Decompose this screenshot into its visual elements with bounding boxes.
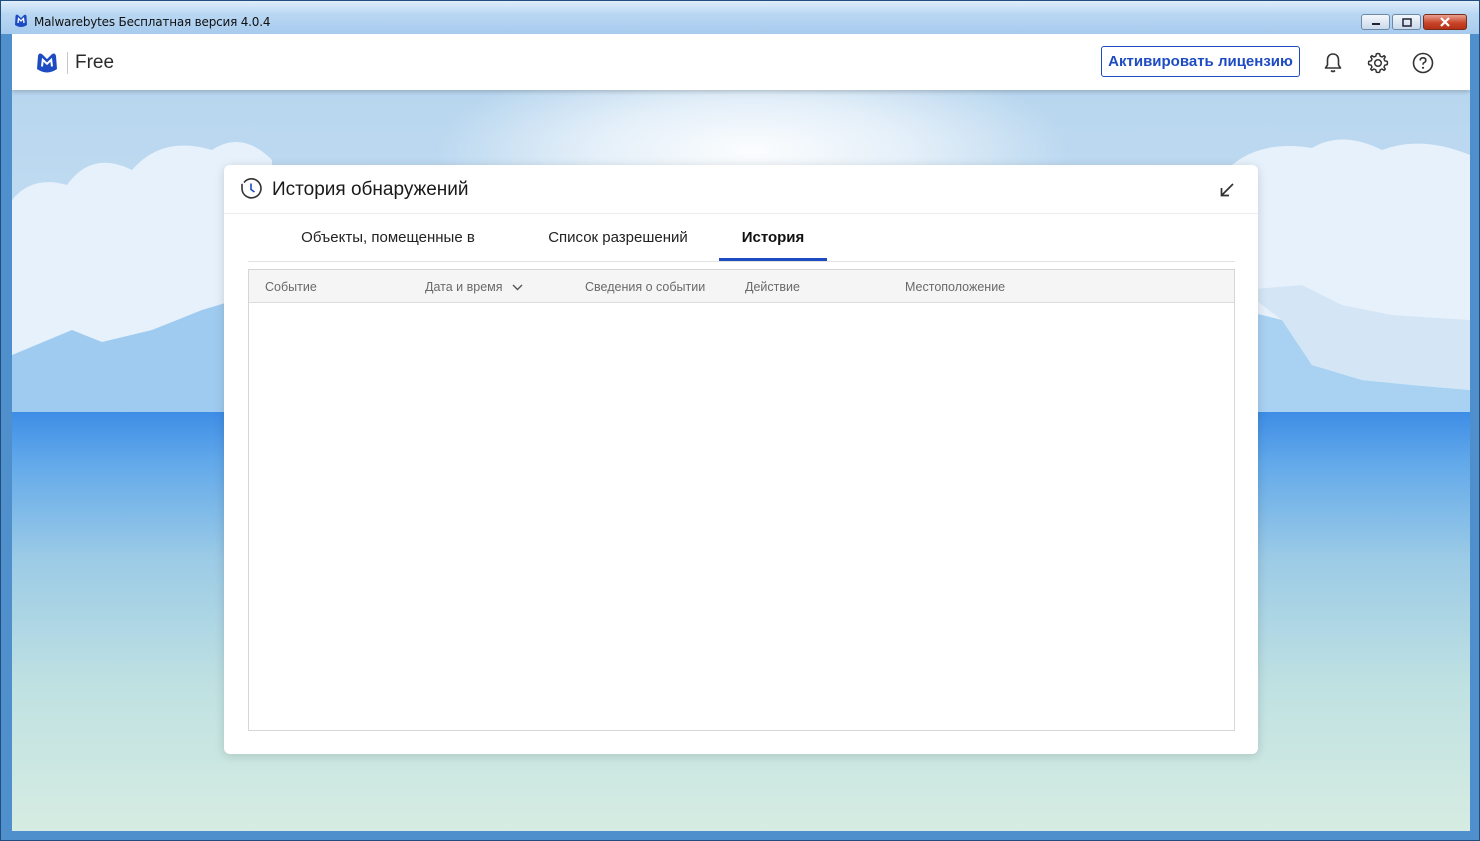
app-client-area: Free Активировать лицензию История обнар… xyxy=(12,34,1470,831)
panel-tabs: Объекты, помещенные в карантин Список ра… xyxy=(248,213,1235,295)
tab-quarantine[interactable]: Объекты, помещенные в карантин xyxy=(270,213,506,295)
maximize-window-button[interactable] xyxy=(1392,14,1421,30)
tab-history[interactable]: История xyxy=(719,213,827,261)
column-date-time-label: Дата и время xyxy=(425,280,503,294)
malwarebytes-logo-icon xyxy=(37,53,57,73)
column-event-details[interactable]: Сведения о событии xyxy=(585,280,705,294)
tab-allow-list[interactable]: Список разрешений xyxy=(538,213,698,260)
column-location[interactable]: Местоположение xyxy=(905,280,1005,294)
restore-icon xyxy=(1401,17,1412,27)
edition-label: Free xyxy=(75,52,115,73)
brand-divider xyxy=(67,52,68,74)
bell-icon[interactable] xyxy=(1321,51,1345,75)
window-frame: Malwarebytes Бесплатная версия 4.0.4 Fre… xyxy=(0,0,1480,841)
chevron-down-icon xyxy=(512,284,523,291)
panel-title: История обнаружений xyxy=(272,179,469,200)
window-title: Malwarebytes Бесплатная версия 4.0.4 xyxy=(34,15,271,29)
close-window-button[interactable] xyxy=(1423,14,1467,30)
title-bar[interactable]: Malwarebytes Бесплатная версия 4.0.4 xyxy=(1,1,1479,34)
table-header: Событие Дата и время Сведения о событии … xyxy=(249,270,1234,303)
help-icon[interactable] xyxy=(1411,51,1435,75)
history-table: Событие Дата и время Сведения о событии … xyxy=(248,269,1235,731)
panel-header: История обнаружений xyxy=(224,165,1258,214)
collapse-arrow-icon[interactable] xyxy=(1218,181,1236,199)
table-body xyxy=(249,303,1234,730)
malwarebytes-logo-icon xyxy=(15,14,27,27)
activate-license-button[interactable]: Активировать лицензию xyxy=(1101,46,1300,77)
history-clock-icon xyxy=(241,178,262,199)
minimize-window-button[interactable] xyxy=(1361,14,1390,30)
close-icon xyxy=(1440,17,1450,27)
column-event[interactable]: Событие xyxy=(265,280,317,294)
column-action[interactable]: Действие xyxy=(745,280,800,294)
column-date-time[interactable]: Дата и время xyxy=(425,280,523,294)
detection-history-panel: История обнаружений Объекты, помещенные … xyxy=(224,165,1258,754)
app-header: Free Активировать лицензию xyxy=(12,34,1470,90)
minimize-icon xyxy=(1371,23,1380,25)
gear-icon[interactable] xyxy=(1366,51,1390,75)
